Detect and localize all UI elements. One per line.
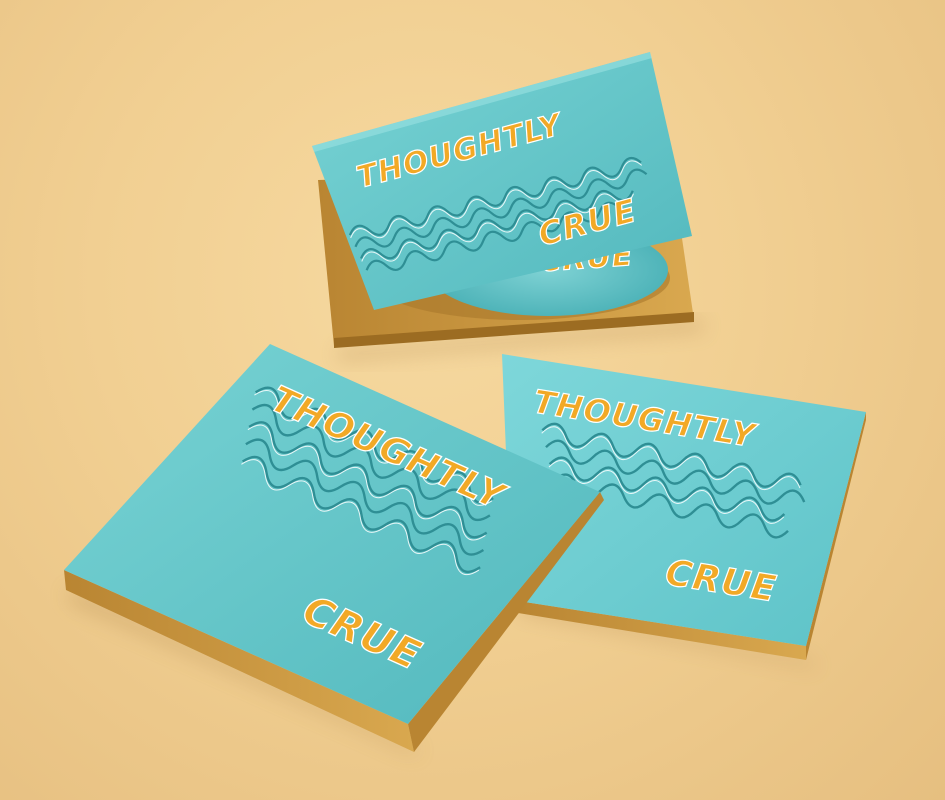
album-open-digipak: CRUE THOUGHTLY CRUE [312,52,705,360]
product-mockup-scene: CRUE THOUGHTLY CRUE [64,52,866,755]
